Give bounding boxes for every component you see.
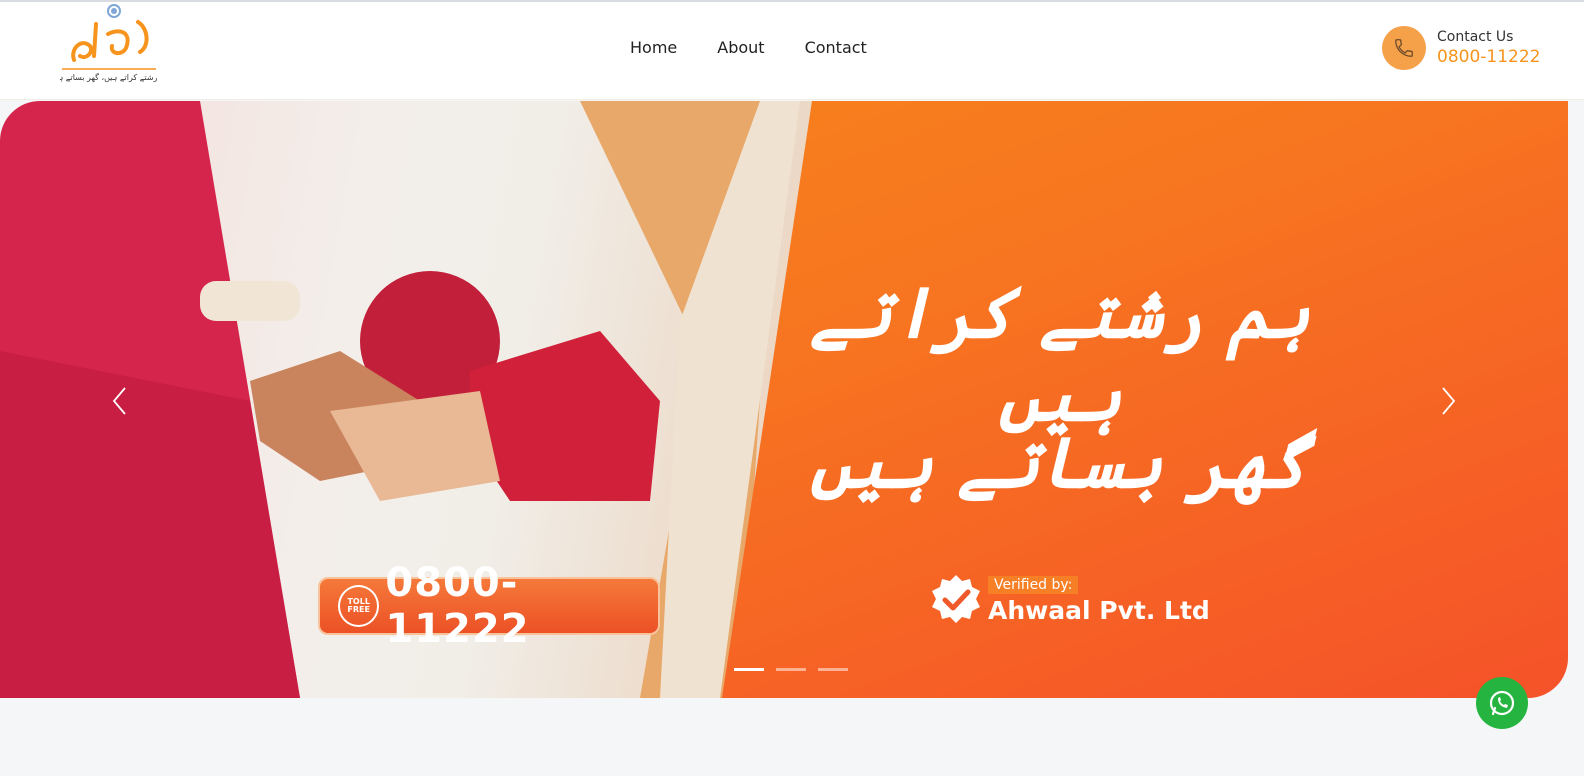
toll-free-icon: TOLL FREE [338,585,380,627]
hero-headline-line2: گھر بساتے ہیں [810,421,1310,504]
slide-dot-3[interactable] [818,668,848,671]
phone-icon[interactable] [1382,26,1426,70]
ahwaal-logo[interactable]: ہم رشتے کراتے ہیں، گھر بساتے ہیں [60,4,160,90]
chevron-right-icon[interactable] [1436,386,1460,416]
toll-free-banner: TOLL FREE 0800-11222 [318,560,660,652]
svg-text:ہم رشتے کراتے ہیں، گھر بساتے ہ: ہم رشتے کراتے ہیں، گھر بساتے ہیں [60,72,160,82]
main-nav: Home About Contact [630,38,867,57]
nav-home-link[interactable]: Home [630,38,677,57]
site-header: ہم رشتے کراتے ہیں، گھر بساتے ہیں Home Ab… [0,2,1584,100]
nav-contact-link[interactable]: Contact [805,38,867,57]
whatsapp-icon[interactable] [1476,677,1528,729]
verified-label: Verified by: [988,575,1079,594]
hero-slider[interactable]: ہم رشتے کراتے ہیں گھر بساتے ہیں TOLL FRE… [0,101,1568,698]
header-contact[interactable]: Contact Us 0800-11222 [1382,26,1540,70]
verified-badge: Verified by: Ahwaal Pvt. Ltd [930,573,1210,625]
slide-dot-2[interactable] [776,668,806,671]
slide-indicators [734,668,848,671]
hero-headline-line1: ہم رشتے کراتے ہیں [810,271,1310,437]
verified-company: Ahwaal Pvt. Ltd [988,595,1210,625]
verified-check-icon [932,575,980,623]
toll-free-number: 0800-11222 [385,560,530,652]
chevron-left-icon[interactable] [108,386,132,416]
contact-phone-number[interactable]: 0800-11222 [1437,47,1540,67]
slide-dot-1[interactable] [734,668,764,671]
nav-about-link[interactable]: About [717,38,764,57]
contact-us-label: Contact Us [1437,28,1514,45]
